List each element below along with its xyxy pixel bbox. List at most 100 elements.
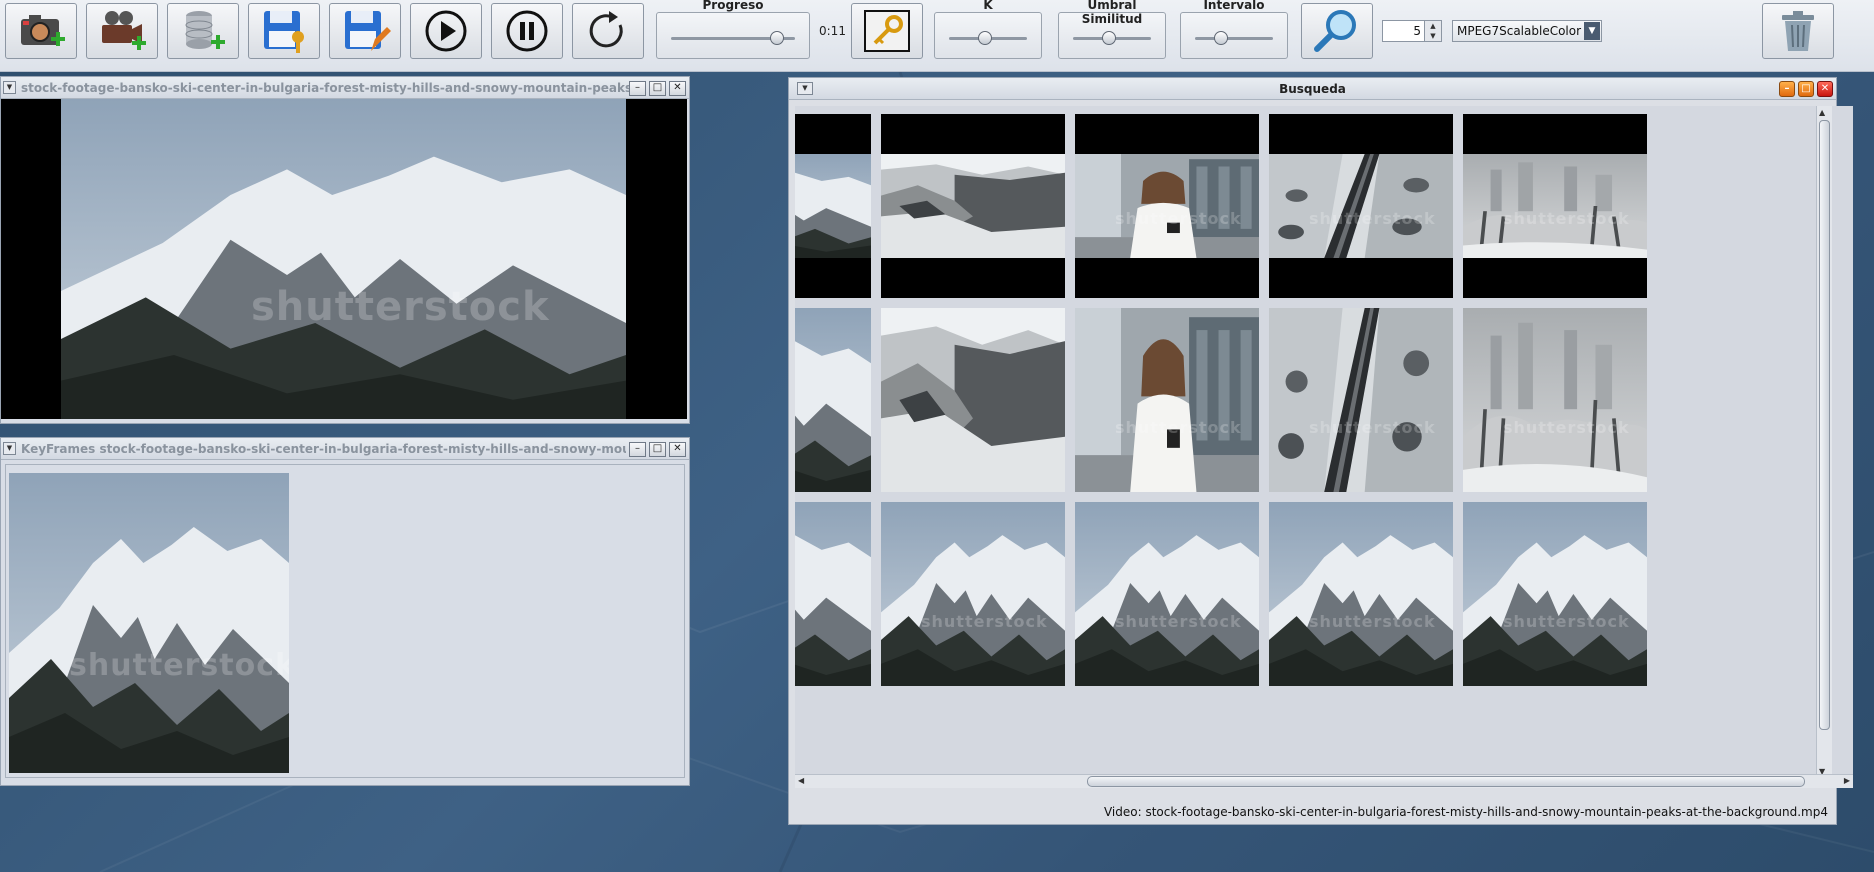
minimize-icon[interactable]: – xyxy=(1779,81,1795,97)
spinner-value: 5 xyxy=(1413,24,1421,38)
keyframe-thumbnail[interactable]: shutterstock xyxy=(9,473,289,773)
threshold-label: Umbral Similitud xyxy=(1081,0,1143,26)
play-icon xyxy=(425,10,467,52)
scroll-right-icon[interactable]: ▶ xyxy=(1844,776,1850,785)
keyframe-watermark: shutterstock xyxy=(69,648,289,683)
minimize-icon[interactable]: – xyxy=(629,442,646,457)
scroll-up-icon[interactable]: ▲ xyxy=(1819,108,1825,117)
result-thumbnail[interactable]: shutterstock xyxy=(1269,114,1453,298)
maximize-icon[interactable]: □ xyxy=(649,442,666,457)
spinner-up-icon[interactable]: ▲ xyxy=(1425,21,1441,31)
result-thumbnail[interactable]: shutterstock xyxy=(1075,308,1259,492)
result-thumbnail[interactable]: shutterstock xyxy=(1463,114,1647,298)
play-button[interactable] xyxy=(410,3,482,59)
progress-slider[interactable] xyxy=(656,12,810,59)
floppy-pencil-icon xyxy=(345,11,391,51)
keyframes-panel: shutterstock xyxy=(5,464,685,778)
result-image-rocky-snow-cliff xyxy=(881,154,1065,258)
keyframes-window-title: KeyFrames stock-footage-bansko-ski-cente… xyxy=(21,442,626,456)
k-thumb[interactable] xyxy=(977,31,992,45)
k-slider[interactable] xyxy=(934,12,1042,59)
pause-icon xyxy=(506,10,548,52)
result-thumbnail[interactable]: shutterstock xyxy=(1463,308,1647,492)
result-thumbnail[interactable] xyxy=(795,502,871,686)
result-watermark: shutterstock xyxy=(1115,209,1242,228)
chevron-down-icon[interactable]: ▼ xyxy=(1584,22,1600,40)
result-thumbnail[interactable] xyxy=(795,308,871,492)
descriptor-select[interactable]: MPEG7ScalableColor ▼ xyxy=(1452,20,1602,42)
spinner-down-icon[interactable]: ▼ xyxy=(1425,31,1441,41)
video-camera-plus-icon xyxy=(102,11,146,50)
result-thumbnail[interactable]: shutterstock xyxy=(1075,502,1259,686)
add-video-button[interactable] xyxy=(86,3,158,59)
keyframes-button[interactable] xyxy=(851,3,923,59)
result-watermark: shutterstock xyxy=(1503,418,1630,437)
result-thumbnail[interactable]: shutterstock xyxy=(1269,308,1453,492)
result-thumbnail[interactable]: shutterstock xyxy=(1269,502,1453,686)
search-window: ▼ Busqueda – □ ✕ shutterstock shutterstoc… xyxy=(788,77,1853,825)
minimize-icon[interactable]: – xyxy=(629,81,646,96)
add-database-button[interactable] xyxy=(167,3,239,59)
close-icon[interactable]: ✕ xyxy=(1817,81,1833,97)
horizontal-scrollbar[interactable]: ◀ ▶ xyxy=(795,774,1853,788)
key-icon xyxy=(864,10,910,52)
result-image-woman-phone: shutterstock xyxy=(1075,154,1259,258)
results-count-spinner[interactable]: 5 ▲ ▼ xyxy=(1382,20,1442,42)
result-image-mountain-peak: shutterstock xyxy=(1075,502,1259,686)
close-icon[interactable]: ✕ xyxy=(669,81,686,96)
video-player[interactable]: shutterstock xyxy=(1,99,687,419)
pause-button[interactable] xyxy=(491,3,563,59)
result-thumbnail[interactable]: shutterstock xyxy=(881,502,1065,686)
window-menu-icon[interactable]: ▼ xyxy=(3,81,16,94)
result-image-aerial-snow-highway: shutterstock xyxy=(1269,308,1453,492)
result-thumbnail[interactable]: shutterstock xyxy=(1463,502,1647,686)
maximize-icon[interactable]: □ xyxy=(1798,81,1814,97)
database-plus-icon xyxy=(185,11,225,49)
main-toolbar: Progreso 0:11 K Umbral Similitud Interva… xyxy=(0,0,1874,72)
result-thumbnail[interactable] xyxy=(795,114,871,298)
search-button[interactable] xyxy=(1301,3,1373,59)
delete-button[interactable] xyxy=(1762,3,1834,59)
video-window-title: stock-footage-bansko-ski-center-in-bulga… xyxy=(21,81,631,95)
video-watermark: shutterstock xyxy=(251,284,550,330)
results-grid: shutterstock shutterstock shutterstock shut… xyxy=(795,106,1853,786)
result-watermark: shutterstock xyxy=(1309,209,1436,228)
result-image-mountain-peak xyxy=(795,154,871,258)
window-menu-icon[interactable]: ▼ xyxy=(3,442,16,455)
threshold-thumb[interactable] xyxy=(1101,31,1116,45)
vertical-scrollbar[interactable]: ▲ ▼ xyxy=(1816,106,1832,778)
save-key-button[interactable] xyxy=(248,3,320,59)
k-label: K xyxy=(983,0,993,12)
result-image-mountain-peak: shutterstock xyxy=(881,502,1065,686)
result-image-rocky-snow-cliff xyxy=(881,308,1065,492)
video-window-titlebar[interactable]: ▼ stock-footage-bansko-ski-center-in-bul… xyxy=(1,77,689,99)
search-status-text: Video: stock-footage-bansko-ski-center-i… xyxy=(1103,805,1828,819)
search-window-titlebar[interactable]: ▼ Busqueda – □ ✕ xyxy=(789,78,1836,100)
result-thumbnail[interactable]: shutterstock xyxy=(1075,114,1259,298)
result-image-woman-phone: shutterstock xyxy=(1075,308,1259,492)
result-thumbnail[interactable] xyxy=(881,308,1065,492)
keyframes-window: ▼ KeyFrames stock-footage-bansko-ski-cen… xyxy=(0,437,690,786)
interval-slider[interactable] xyxy=(1180,12,1288,59)
keyframes-window-titlebar[interactable]: ▼ KeyFrames stock-footage-bansko-ski-cen… xyxy=(1,438,689,460)
horizontal-scroll-thumb[interactable] xyxy=(1087,776,1805,787)
interval-thumb[interactable] xyxy=(1214,31,1229,45)
refresh-icon xyxy=(589,11,623,48)
add-image-button[interactable] xyxy=(5,3,77,59)
close-icon[interactable]: ✕ xyxy=(669,442,686,457)
reset-button[interactable] xyxy=(572,3,644,59)
progress-label: Progreso xyxy=(702,0,764,12)
vertical-scroll-thumb[interactable] xyxy=(1819,120,1830,730)
search-window-title: Busqueda xyxy=(1279,82,1346,96)
result-watermark: shutterstock xyxy=(1503,209,1630,228)
save-edit-button[interactable] xyxy=(329,3,401,59)
result-image-foggy-city-park: shutterstock xyxy=(1463,154,1647,258)
result-watermark: shutterstock xyxy=(921,612,1048,631)
scroll-left-icon[interactable]: ◀ xyxy=(798,776,804,785)
result-watermark: shutterstock xyxy=(1115,612,1242,631)
result-image-foggy-city-park: shutterstock xyxy=(1463,308,1647,492)
progress-thumb[interactable] xyxy=(770,31,784,45)
maximize-icon[interactable]: □ xyxy=(649,81,666,96)
result-thumbnail[interactable] xyxy=(881,114,1065,298)
result-watermark: shutterstock xyxy=(1503,612,1630,631)
